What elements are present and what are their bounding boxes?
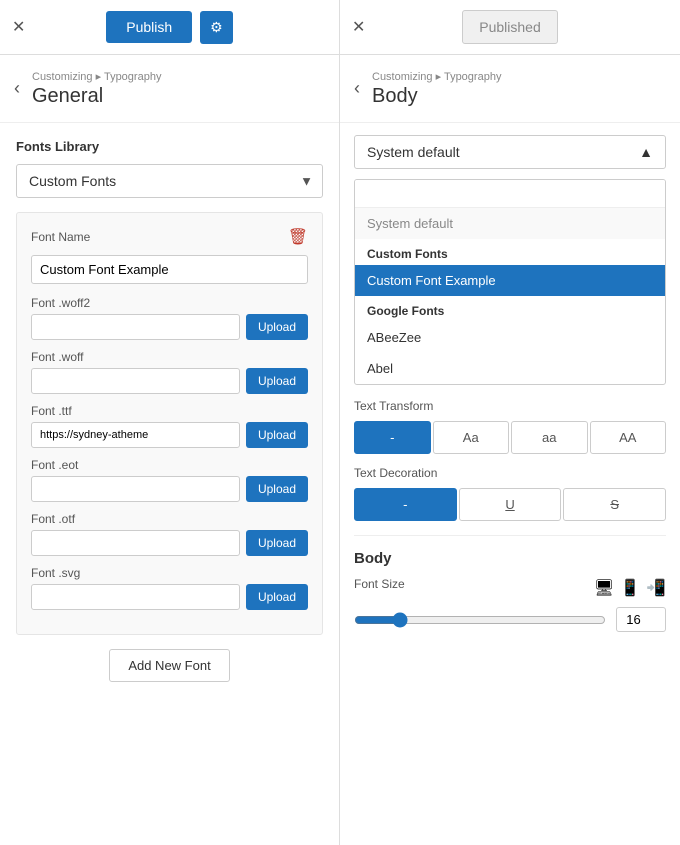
font-card-header: Font Name 🗑: [31, 227, 308, 247]
panel-right: ‹ Customizing ▸ Typography Body System d…: [340, 55, 680, 845]
font-woff2-input[interactable]: [31, 314, 240, 340]
back-arrow-left[interactable]: ‹: [14, 78, 20, 99]
fonts-library-label: Fonts Library: [16, 139, 323, 154]
font-option-custom-font-example[interactable]: Custom Font Example: [355, 265, 665, 296]
font-option-abel[interactable]: Abel: [355, 353, 665, 384]
upload-eot-button[interactable]: Upload: [246, 476, 308, 502]
font-eot-row: Font .eot Upload: [31, 458, 308, 502]
text-transform-row: - Aa aa AA: [354, 421, 666, 454]
font-option-system-default[interactable]: System default: [355, 208, 665, 239]
font-otf-inputs: Upload: [31, 530, 308, 556]
font-otf-row: Font .otf Upload: [31, 512, 308, 556]
font-size-label: Font Size: [354, 577, 405, 591]
breadcrumb-text-right: Customizing ▸ Typography Body: [372, 70, 501, 108]
decoration-underline-button[interactable]: U: [459, 488, 562, 521]
breadcrumb-left: ‹ Customizing ▸ Typography General: [0, 55, 339, 123]
breadcrumb-title-left: General: [32, 85, 161, 108]
decoration-none-button[interactable]: -: [354, 488, 457, 521]
font-eot-label: Font .eot: [31, 458, 308, 472]
top-bar-right: ✕ Published: [340, 0, 680, 54]
body-section: Body Font Size 🖥 📱 📲: [354, 535, 666, 632]
publish-button[interactable]: Publish: [106, 11, 192, 43]
font-selector-wrapper: System default ▲: [354, 135, 666, 169]
breadcrumb-right: ‹ Customizing ▸ Typography Body: [340, 55, 680, 123]
panel-left-content: Fonts Library Custom Fonts ▼ Font Name 🗑…: [0, 123, 339, 845]
upload-otf-button[interactable]: Upload: [246, 530, 308, 556]
tablet-icon[interactable]: 📱: [620, 578, 640, 598]
font-group-google-fonts: Google Fonts: [355, 296, 665, 322]
font-otf-input[interactable]: [31, 530, 240, 556]
add-new-font-button[interactable]: Add New Font: [109, 649, 229, 682]
desktop-icon[interactable]: 🖥: [594, 578, 614, 598]
font-name-input[interactable]: [31, 255, 308, 284]
font-selector-value: System default: [367, 144, 460, 160]
upload-svg-button[interactable]: Upload: [246, 584, 308, 610]
upload-woff2-button[interactable]: Upload: [246, 314, 308, 340]
font-woff-row: Font .woff Upload: [31, 350, 308, 394]
close-right-button[interactable]: ✕: [352, 17, 365, 37]
transform-uppercase-button[interactable]: AA: [590, 421, 667, 454]
font-selector-chevron-icon: ▲: [639, 144, 653, 160]
font-dropdown-list: System default Custom Fonts Custom Font …: [354, 179, 666, 385]
close-left-button[interactable]: ✕: [12, 17, 25, 37]
breadcrumb-title-right: Body: [372, 85, 501, 108]
font-size-slider-row: [354, 607, 666, 632]
font-woff-inputs: Upload: [31, 368, 308, 394]
font-option-abeezee[interactable]: ABeeZee: [355, 322, 665, 353]
font-ttf-inputs: Upload: [31, 422, 308, 448]
font-woff2-label: Font .woff2: [31, 296, 308, 310]
font-svg-input[interactable]: [31, 584, 240, 610]
upload-ttf-button[interactable]: Upload: [246, 422, 308, 448]
font-svg-label: Font .svg: [31, 566, 308, 580]
breadcrumb-nav-right: Customizing ▸ Typography: [372, 70, 501, 83]
device-icons: 🖥 📱 📲: [594, 578, 666, 598]
transform-none-button[interactable]: -: [354, 421, 431, 454]
top-bar-left: ✕ Publish ⚙: [0, 0, 340, 54]
font-woff2-row: Font .woff2 Upload: [31, 296, 308, 340]
breadcrumb-nav-left: Customizing ▸ Typography: [32, 70, 161, 83]
panel-left: ‹ Customizing ▸ Typography General Fonts…: [0, 55, 340, 845]
font-woff-input[interactable]: [31, 368, 240, 394]
panels: ‹ Customizing ▸ Typography General Fonts…: [0, 55, 680, 845]
text-decoration-label: Text Decoration: [354, 466, 666, 480]
font-ttf-label: Font .ttf: [31, 404, 308, 418]
font-svg-row: Font .svg Upload: [31, 566, 308, 610]
back-arrow-right[interactable]: ‹: [354, 78, 360, 99]
font-woff2-inputs: Upload: [31, 314, 308, 340]
font-size-slider[interactable]: [354, 612, 606, 628]
top-bar: ✕ Publish ⚙ ✕ Published: [0, 0, 680, 55]
font-eot-inputs: Upload: [31, 476, 308, 502]
font-svg-inputs: Upload: [31, 584, 308, 610]
body-section-title: Body: [354, 550, 666, 567]
gear-button[interactable]: ⚙: [200, 11, 233, 44]
font-ttf-row: Font .ttf Upload: [31, 404, 308, 448]
add-new-font-wrapper: Add New Font: [16, 649, 323, 682]
upload-woff-button[interactable]: Upload: [246, 368, 308, 394]
transform-lowercase-button[interactable]: aa: [511, 421, 588, 454]
custom-fonts-select[interactable]: Custom Fonts: [16, 164, 323, 198]
transform-capitalize-button[interactable]: Aa: [433, 421, 510, 454]
font-search-input[interactable]: [355, 180, 665, 208]
decoration-strikethrough-button[interactable]: S: [563, 488, 666, 521]
text-transform-label: Text Transform: [354, 399, 666, 413]
published-badge: Published: [462, 10, 558, 44]
delete-font-icon[interactable]: 🗑: [288, 227, 308, 247]
custom-fonts-dropdown-wrapper: Custom Fonts ▼: [16, 164, 323, 198]
font-selector-display[interactable]: System default ▲: [354, 135, 666, 169]
right-panel-content: System default ▲ System default Custom F…: [340, 123, 680, 845]
text-decoration-row: - U S: [354, 488, 666, 521]
font-woff-label: Font .woff: [31, 350, 308, 364]
breadcrumb-text-left: Customizing ▸ Typography General: [32, 70, 161, 108]
mobile-icon[interactable]: 📲: [646, 578, 666, 598]
font-group-custom-fonts: Custom Fonts: [355, 239, 665, 265]
font-size-value-input[interactable]: [616, 607, 666, 632]
font-ttf-input[interactable]: [31, 422, 240, 448]
font-name-label: Font Name: [31, 230, 90, 244]
font-otf-label: Font .otf: [31, 512, 308, 526]
font-eot-input[interactable]: [31, 476, 240, 502]
font-card: Font Name 🗑 Font .woff2 Upload Font .wof…: [16, 212, 323, 635]
